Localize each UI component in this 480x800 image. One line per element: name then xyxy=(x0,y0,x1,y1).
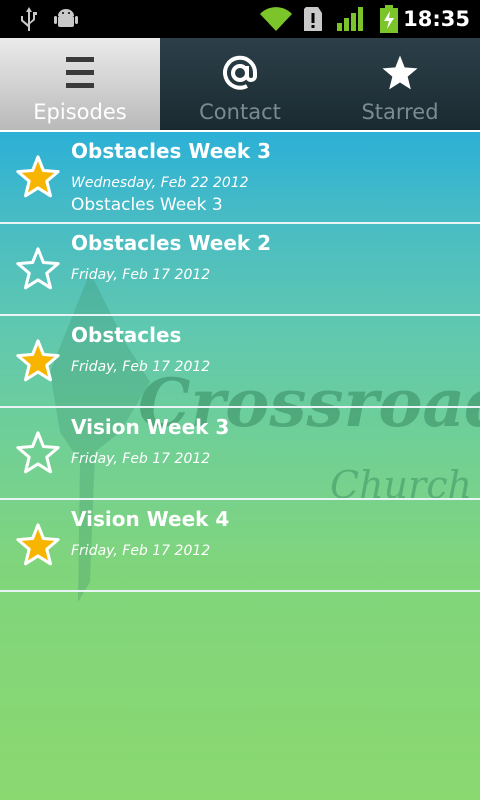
list-icon xyxy=(0,52,160,94)
star-filled-icon[interactable] xyxy=(15,522,61,568)
tab-contact[interactable]: Contact xyxy=(160,38,320,130)
list-item[interactable]: Obstacles Week 2 Friday, Feb 17 2012 xyxy=(0,224,480,316)
episode-date: Friday, Feb 17 2012 xyxy=(71,267,211,283)
episode-title: Vision Week 3 xyxy=(71,415,230,439)
android-debug-icon xyxy=(52,0,80,38)
star-outline-icon[interactable] xyxy=(15,246,61,292)
clock: 18:35 xyxy=(403,7,470,31)
star-icon xyxy=(320,52,480,94)
episode-description: Obstacles Week 3 xyxy=(71,195,223,215)
list-item[interactable]: Vision Week 3 Friday, Feb 17 2012 xyxy=(0,408,480,500)
star-filled-icon[interactable] xyxy=(15,338,61,384)
episode-title: Obstacles Week 3 xyxy=(71,139,272,163)
episode-title: Vision Week 4 xyxy=(71,507,230,531)
episode-date: Friday, Feb 17 2012 xyxy=(71,543,211,559)
tab-starred[interactable]: Starred xyxy=(320,38,480,130)
episode-date: Friday, Feb 17 2012 xyxy=(71,359,211,375)
episode-title: Obstacles xyxy=(71,323,182,347)
tab-bar: Episodes Contact Starred xyxy=(0,38,480,170)
episode-date: Wednesday, Feb 22 2012 xyxy=(71,175,249,191)
list-item[interactable]: Obstacles Friday, Feb 17 2012 xyxy=(0,316,480,408)
episode-date: Friday, Feb 17 2012 xyxy=(71,451,211,467)
usb-icon xyxy=(14,0,44,38)
wifi-icon xyxy=(258,0,294,38)
list-item[interactable]: Obstacles Week 3 Wednesday, Feb 22 2012 … xyxy=(0,132,480,224)
episode-list-container[interactable]: Crossroads Church Obstacles Week 3 Wedne… xyxy=(0,132,480,800)
tab-episodes-label: Episodes xyxy=(33,100,127,124)
tab-episodes[interactable]: Episodes xyxy=(0,38,160,130)
episode-title: Obstacles Week 2 xyxy=(71,231,272,255)
list-item[interactable]: Vision Week 4 Friday, Feb 17 2012 xyxy=(0,500,480,592)
at-icon xyxy=(160,52,320,94)
tab-contact-label: Contact xyxy=(199,100,281,124)
star-filled-icon[interactable] xyxy=(15,154,61,200)
episode-list: Obstacles Week 3 Wednesday, Feb 22 2012 … xyxy=(0,132,480,592)
status-bar: 18:35 xyxy=(0,0,480,38)
sim-alert-icon xyxy=(302,0,324,38)
tab-starred-label: Starred xyxy=(361,100,439,124)
signal-icon xyxy=(336,0,366,38)
star-outline-icon[interactable] xyxy=(15,430,61,476)
battery-charging-icon xyxy=(376,0,402,38)
